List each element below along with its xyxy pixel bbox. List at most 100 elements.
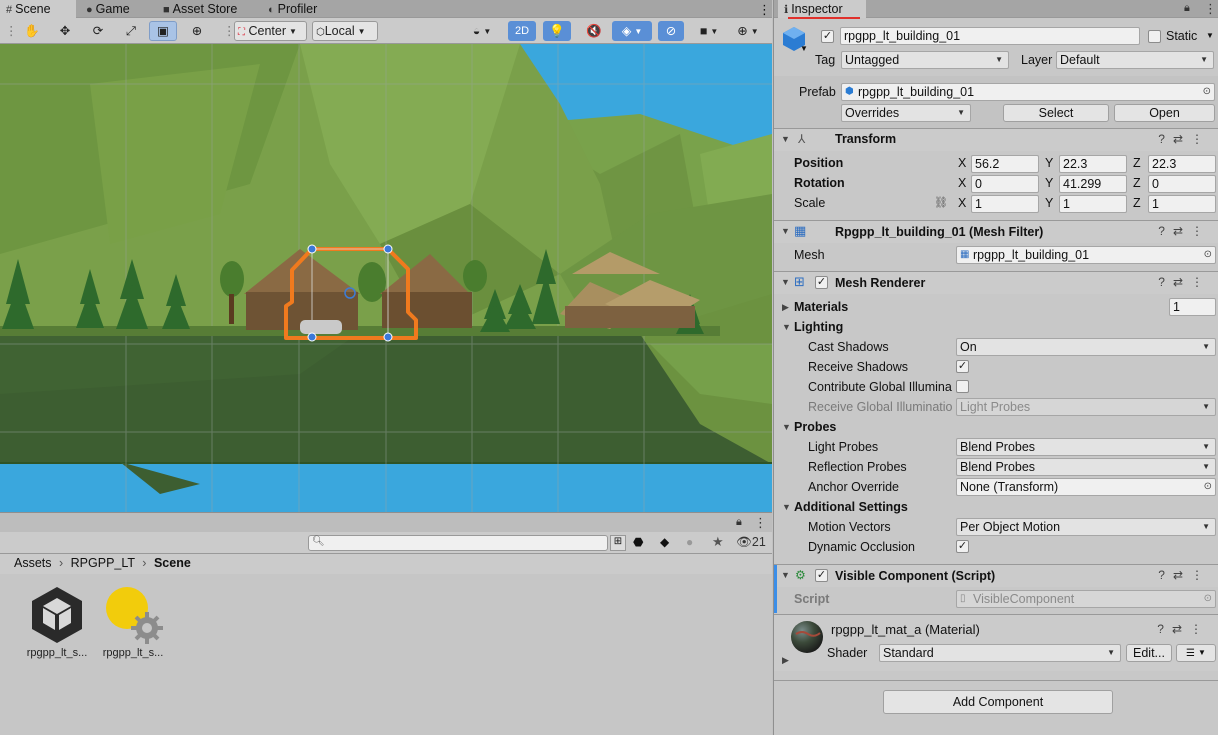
position-y-field[interactable]: 22.3	[1059, 155, 1127, 173]
z-axis-label: Z	[1133, 156, 1141, 170]
scale-z-field[interactable]: 1	[1148, 195, 1216, 213]
material-preview-icon[interactable]	[790, 620, 824, 654]
audio-mute-icon[interactable]: 🔇	[580, 21, 608, 41]
mesh-renderer-header[interactable]: ▼ ⊞ ✓ Mesh Renderer ?⇄⋮	[774, 272, 1218, 294]
chevron-right-icon[interactable]: ▶	[782, 302, 789, 313]
reflection-probes-dropdown[interactable]: Blend Probes	[956, 458, 1216, 476]
cast-shadows-dropdown[interactable]: On	[956, 338, 1216, 356]
mesh-renderer-enabled-checkbox[interactable]: ✓	[815, 276, 828, 289]
tab-asset-store[interactable]: ■ Asset Store	[157, 0, 243, 18]
chevron-down-icon[interactable]: ▼	[782, 322, 791, 332]
chevron-right-icon[interactable]: ▶	[782, 655, 789, 666]
scene-visibility-icon[interactable]: ⊘	[658, 21, 684, 41]
lighting-toggle-icon[interactable]: 💡	[543, 21, 571, 41]
component-header-icons[interactable]: ?⇄⋮	[1158, 224, 1211, 238]
edit-shader-button[interactable]: Edit...	[1126, 644, 1172, 662]
chevron-down-icon[interactable]: ▼	[800, 44, 808, 53]
object-picker-icon[interactable]: ⊙	[1204, 479, 1212, 495]
breadcrumb-scene[interactable]: Scene	[154, 556, 191, 570]
pivot-mode-dropdown[interactable]: ⛶ Center ▼	[234, 21, 307, 41]
materials-label[interactable]: Materials	[794, 300, 848, 314]
hidden-packages-icon[interactable]: ●	[686, 535, 693, 549]
probes-label[interactable]: Probes	[794, 420, 836, 434]
shader-dropdown[interactable]: Standard	[879, 644, 1121, 662]
asset-item[interactable]: rpgpp_lt_s...	[98, 584, 168, 659]
transform-tool-icon[interactable]: ⊕	[185, 21, 209, 41]
space-mode-dropdown[interactable]: ⬡Local ▼	[312, 21, 378, 41]
tab-inspector[interactable]: ℹ Inspector	[778, 0, 866, 18]
scene-viewport[interactable]	[0, 44, 772, 512]
tag-dropdown[interactable]: Untagged	[841, 51, 1009, 69]
hand-tool-icon[interactable]: ✋	[20, 21, 44, 41]
shader-options-dropdown[interactable]: ☰ ▼	[1176, 644, 1216, 662]
tab-scene[interactable]: # Scene	[0, 0, 76, 18]
component-header-icons[interactable]: ?⇄⋮	[1158, 275, 1211, 289]
lock-icon[interactable]: 🔒︎	[1184, 2, 1190, 15]
favorite-star-icon[interactable]: ★	[712, 534, 724, 550]
receive-shadows-checkbox[interactable]: ✓	[956, 360, 969, 373]
camera-dropdown-icon[interactable]: ■ ▼	[691, 21, 727, 41]
anchor-override-field[interactable]: None (Transform) ⊙	[956, 478, 1216, 496]
search-input[interactable]: 🔍︎	[308, 535, 608, 551]
cast-shadows-label: Cast Shadows	[808, 340, 889, 354]
additional-settings-label[interactable]: Additional Settings	[794, 500, 908, 514]
grid-icon: #	[6, 4, 13, 16]
effects-dropdown-icon[interactable]: ◈ ▼	[612, 21, 652, 41]
mesh-filter-header[interactable]: ▼ ▦ Rpgpp_lt_building_01 (Mesh Filter) ?…	[774, 221, 1218, 243]
position-x-field[interactable]: 56.2	[971, 155, 1039, 173]
dynamic-occlusion-checkbox[interactable]: ✓	[956, 540, 969, 553]
visibility-count[interactable]: 👁︎21	[736, 535, 766, 550]
object-picker-icon[interactable]: ⊙	[1203, 84, 1211, 100]
gizmos-dropdown-icon[interactable]: ⊕ ▼	[730, 21, 766, 41]
open-button[interactable]: Open	[1114, 104, 1215, 122]
chevron-down-icon[interactable]: ▼	[1206, 31, 1214, 40]
lock-icon[interactable]: 🔒︎	[736, 516, 742, 529]
overrides-dropdown[interactable]: Overrides	[841, 104, 971, 122]
scale-y-field[interactable]: 1	[1059, 195, 1127, 213]
visible-component-enabled-checkbox[interactable]: ✓	[815, 569, 828, 582]
component-header-icons[interactable]: ?⇄⋮	[1157, 622, 1210, 636]
component-header-icons[interactable]: ?⇄⋮	[1158, 568, 1211, 582]
materials-count-field[interactable]: 1	[1169, 298, 1216, 316]
motion-vectors-dropdown[interactable]: Per Object Motion	[956, 518, 1216, 536]
label-tag-icon[interactable]: ◆	[660, 535, 669, 549]
component-header-icons[interactable]: ?⇄⋮	[1158, 132, 1211, 146]
toggle-2d-button[interactable]: 2D	[508, 21, 536, 41]
object-name-field[interactable]: rpgpp_lt_building_01	[840, 27, 1140, 45]
rotation-x-field[interactable]: 0	[971, 175, 1039, 193]
static-checkbox[interactable]	[1148, 30, 1161, 43]
breadcrumb-rpgpp-lt[interactable]: RPGPP_LT	[71, 556, 135, 570]
menu-kebab-icon[interactable]: ⋮	[754, 515, 767, 531]
filter-type-icon[interactable]: ⬣	[633, 535, 643, 549]
move-tool-icon[interactable]: ✥	[53, 21, 77, 41]
rotation-z-field[interactable]: 0	[1148, 175, 1216, 193]
asset-item[interactable]: rpgpp_lt_s...	[22, 584, 92, 659]
prefab-field[interactable]: ⬢ rpgpp_lt_building_01 ⊙	[841, 83, 1215, 101]
contribute-gi-checkbox[interactable]	[956, 380, 969, 393]
rotate-tool-icon[interactable]: ⟳	[86, 21, 110, 41]
lighting-label[interactable]: Lighting	[794, 320, 843, 334]
tab-profiler[interactable]: ◐ Profiler	[262, 0, 323, 18]
scale-tool-icon[interactable]: ⤢	[119, 21, 143, 41]
add-component-button[interactable]: Add Component	[883, 690, 1113, 714]
visible-component-header[interactable]: ▼ ⚙ ✓ Visible Component (Script) ?⇄⋮	[774, 565, 1218, 613]
menu-kebab-icon[interactable]: ⋮	[1204, 1, 1217, 17]
shading-mode-dropdown[interactable]: ◒ ▼	[462, 21, 502, 41]
search-by-type-icon[interactable]: ⊞	[610, 535, 626, 551]
tab-game[interactable]: ● Game	[80, 0, 136, 18]
position-z-field[interactable]: 22.3	[1148, 155, 1216, 173]
layer-dropdown[interactable]: Default	[1056, 51, 1214, 69]
rotation-y-field[interactable]: 41.299	[1059, 175, 1127, 193]
select-button[interactable]: Select	[1003, 104, 1109, 122]
chevron-down-icon[interactable]: ▼	[782, 422, 791, 432]
link-constrain-icon[interactable]: ⛓	[934, 196, 948, 209]
mesh-field[interactable]: ▦ rpgpp_lt_building_01 ⊙	[956, 246, 1216, 264]
light-probes-dropdown[interactable]: Blend Probes	[956, 438, 1216, 456]
chevron-down-icon[interactable]: ▼	[782, 502, 791, 512]
breadcrumb-assets[interactable]: Assets	[14, 556, 52, 570]
active-checkbox[interactable]: ✓	[821, 30, 834, 43]
rect-tool-icon[interactable]: ▣	[149, 21, 177, 41]
object-picker-icon[interactable]: ⊙	[1204, 247, 1212, 263]
scale-x-field[interactable]: 1	[971, 195, 1039, 213]
transform-header[interactable]: ▼ ⅄ Transform ?⇄⋮	[774, 129, 1218, 151]
